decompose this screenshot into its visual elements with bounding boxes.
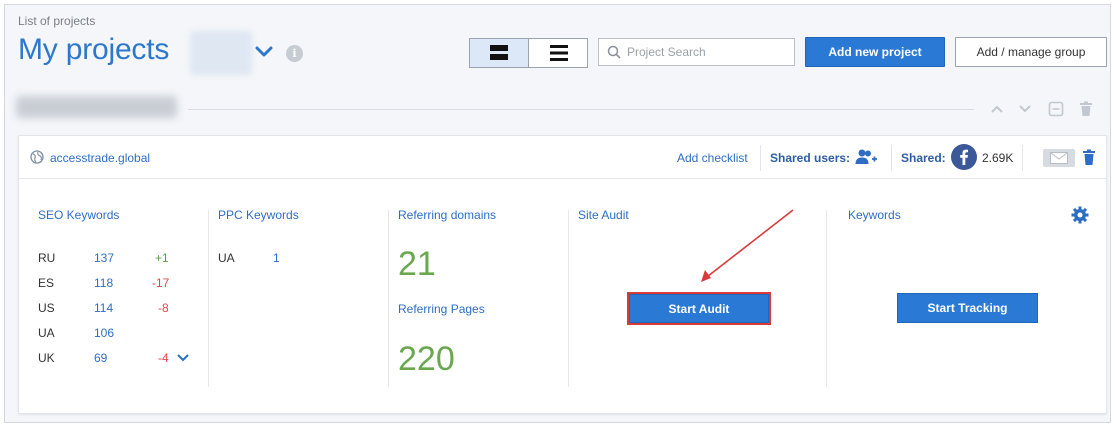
seo-country: ES bbox=[38, 276, 55, 290]
rows-view-button[interactable] bbox=[470, 39, 529, 67]
list-view-icon bbox=[549, 45, 568, 61]
trash-icon[interactable] bbox=[1077, 100, 1095, 118]
seo-value[interactable]: 69 bbox=[94, 351, 107, 365]
chevron-down-icon[interactable] bbox=[176, 352, 190, 364]
project-card-header: accesstrade.global Add checklist Shared … bbox=[19, 136, 1106, 179]
chevron-down-icon[interactable] bbox=[253, 41, 275, 63]
start-audit-button[interactable]: Start Audit bbox=[627, 292, 771, 325]
view-toggle bbox=[469, 38, 588, 68]
seo-keywords-title[interactable]: SEO Keywords bbox=[38, 208, 119, 222]
column-divider bbox=[568, 210, 569, 387]
referring-domains-value[interactable]: 21 bbox=[398, 245, 436, 284]
column-divider bbox=[388, 210, 389, 387]
seo-value[interactable]: 137 bbox=[94, 251, 114, 265]
seo-change: -8 bbox=[158, 301, 169, 315]
facebook-icon[interactable] bbox=[951, 144, 977, 170]
shared-label: Shared: bbox=[901, 151, 946, 165]
seo-row: UK 69 -4 bbox=[38, 351, 208, 365]
add-new-project-button[interactable]: Add new project bbox=[805, 37, 945, 67]
gear-icon[interactable] bbox=[1071, 206, 1089, 224]
column-divider bbox=[208, 210, 209, 387]
page-title: My projects bbox=[18, 33, 170, 66]
site-audit-title[interactable]: Site Audit bbox=[578, 208, 629, 222]
seo-row: RU 137 +1 bbox=[38, 251, 208, 265]
referring-pages-title[interactable]: Referring Pages bbox=[398, 302, 485, 316]
referring-pages-value[interactable]: 220 bbox=[398, 340, 455, 379]
project-search bbox=[598, 38, 795, 66]
highlight-arrow bbox=[701, 209, 794, 282]
header-divider bbox=[891, 145, 892, 171]
list-view-button[interactable] bbox=[529, 39, 588, 67]
trash-icon[interactable] bbox=[1082, 149, 1096, 166]
seo-country: US bbox=[38, 301, 55, 315]
seo-value[interactable]: 114 bbox=[94, 301, 113, 315]
seo-country: UA bbox=[38, 326, 55, 340]
seo-value[interactable]: 106 bbox=[94, 326, 114, 340]
seo-value[interactable]: 118 bbox=[94, 276, 113, 290]
info-icon[interactable]: i bbox=[286, 45, 303, 62]
chevron-down-icon[interactable] bbox=[1016, 100, 1034, 118]
project-card: accesstrade.global Add checklist Shared … bbox=[18, 135, 1107, 414]
keywords-title[interactable]: Keywords bbox=[848, 208, 901, 222]
seo-country: RU bbox=[38, 251, 56, 265]
seo-change: -17 bbox=[152, 276, 170, 290]
project-domain-link[interactable]: accesstrade.global bbox=[50, 151, 150, 165]
chevron-up-icon[interactable] bbox=[988, 100, 1006, 118]
globe-icon bbox=[30, 150, 44, 164]
header-divider bbox=[760, 145, 761, 171]
ppc-value[interactable]: 1 bbox=[273, 251, 280, 265]
seo-change: +1 bbox=[155, 251, 169, 265]
group-divider bbox=[188, 109, 974, 110]
start-tracking-button[interactable]: Start Tracking bbox=[897, 293, 1038, 323]
column-divider bbox=[826, 210, 827, 387]
collapse-icon[interactable] bbox=[1047, 100, 1065, 118]
add-manage-group-button[interactable]: Add / manage group bbox=[955, 37, 1107, 67]
seo-country: UK bbox=[38, 351, 55, 365]
search-input[interactable] bbox=[627, 45, 787, 59]
seo-row: UA 106 bbox=[38, 326, 208, 340]
shared-users-label: Shared users: bbox=[770, 151, 851, 165]
ppc-keywords-title[interactable]: PPC Keywords bbox=[218, 208, 299, 222]
seo-change: -4 bbox=[158, 351, 169, 365]
ppc-row: UA 1 bbox=[218, 251, 318, 265]
add-user-icon[interactable] bbox=[855, 148, 877, 166]
breadcrumb[interactable]: List of projects bbox=[18, 14, 95, 28]
rows-view-icon bbox=[490, 45, 508, 60]
group-name-blurred bbox=[16, 96, 177, 118]
seo-row: US 114 -8 bbox=[38, 301, 208, 315]
referring-domains-title[interactable]: Referring domains bbox=[398, 208, 496, 222]
search-icon bbox=[607, 45, 621, 59]
mail-icon[interactable] bbox=[1043, 149, 1075, 167]
add-checklist-link[interactable]: Add checklist bbox=[677, 151, 748, 165]
shared-count: 2.69K bbox=[982, 151, 1014, 165]
seo-row: ES 118 -17 bbox=[38, 276, 208, 290]
projects-panel: List of projects My projects i Add new p… bbox=[4, 4, 1111, 423]
header-divider bbox=[1022, 145, 1023, 171]
project-count-blurred bbox=[190, 31, 252, 75]
ppc-country: UA bbox=[218, 251, 235, 265]
